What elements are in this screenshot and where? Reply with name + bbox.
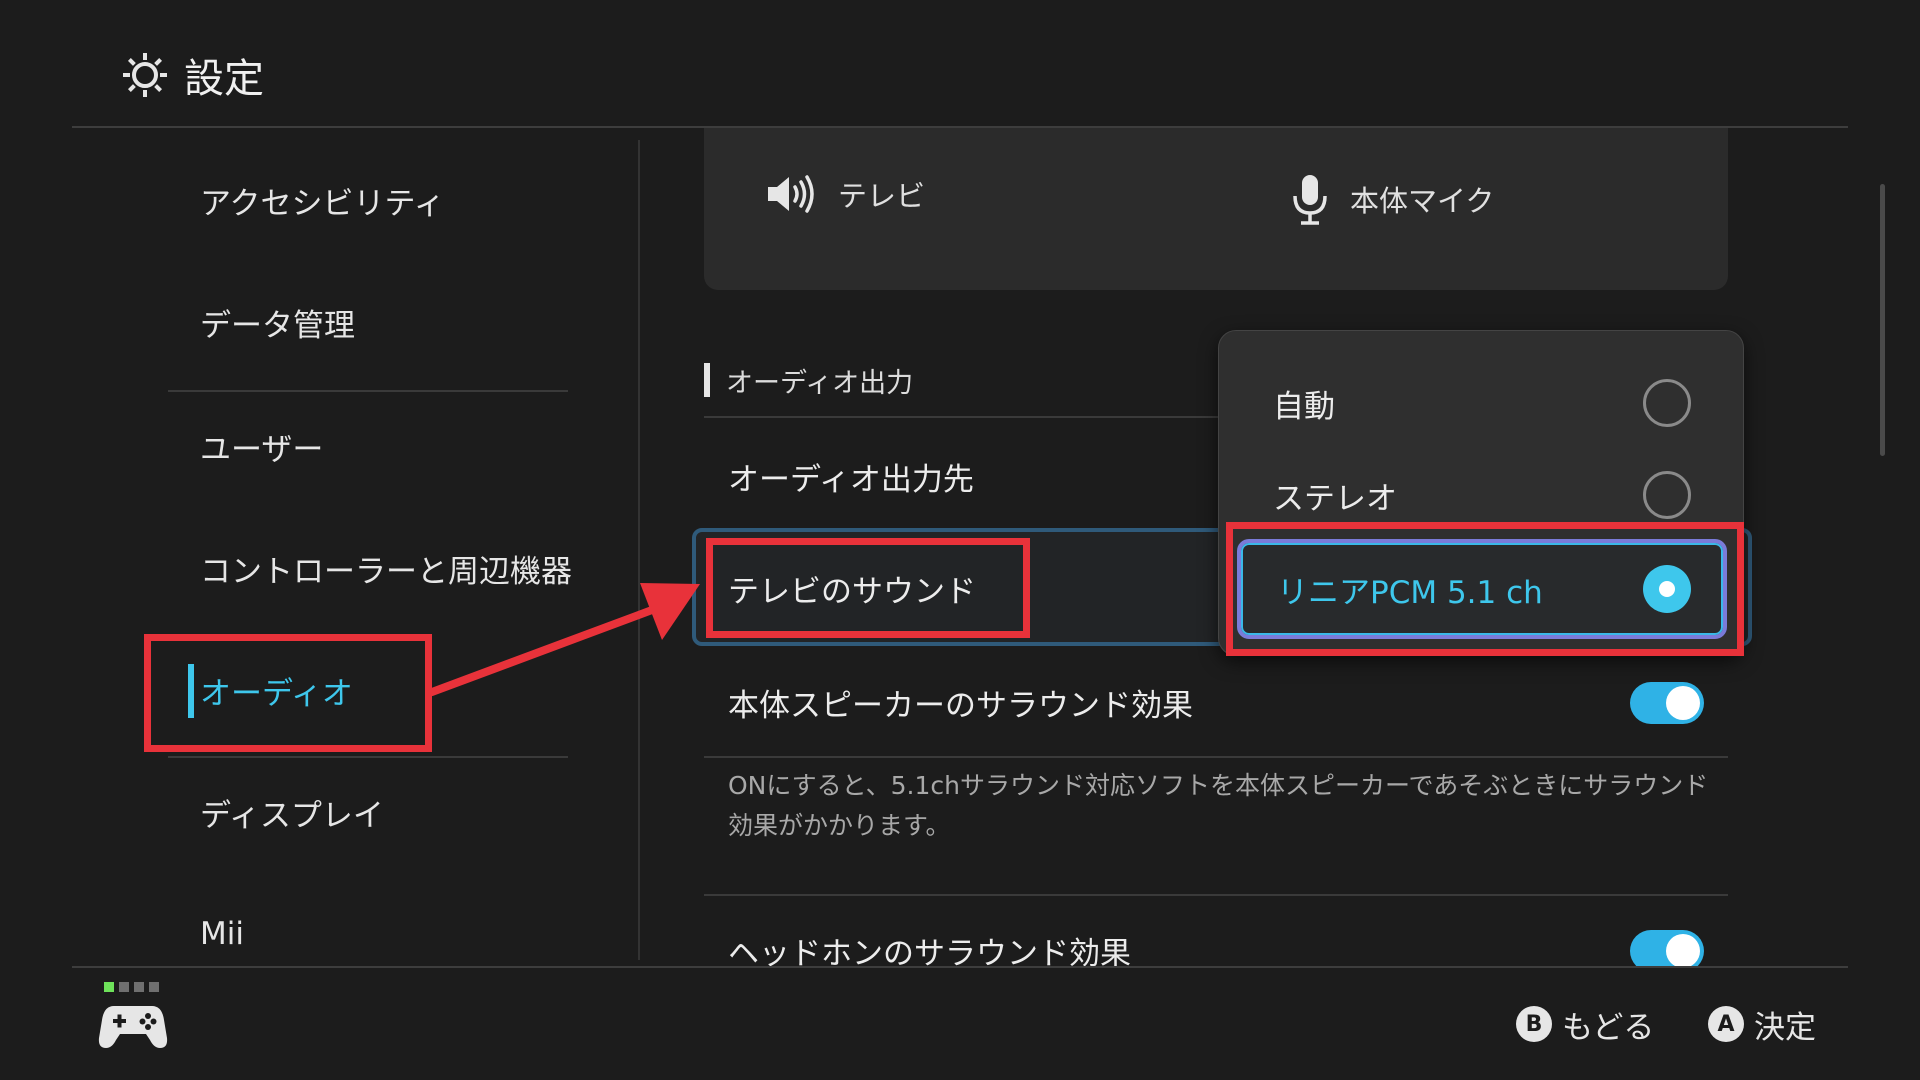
back-label: もどる <box>1562 1009 1655 1046</box>
b-button-icon: B <box>1516 1006 1552 1042</box>
confirm-button[interactable]: A 決定 <box>1708 1002 1816 1046</box>
confirm-label: 決定 <box>1754 1009 1816 1046</box>
controller-icon <box>98 1006 168 1048</box>
footer: B もどる A 決定 <box>0 968 1920 1080</box>
back-button[interactable]: B もどる <box>1516 1002 1654 1046</box>
player-indicator <box>104 982 159 992</box>
annotation-arrow <box>428 583 700 696</box>
scrollbar[interactable] <box>1880 184 1885 456</box>
a-button-icon: A <box>1708 1006 1744 1042</box>
